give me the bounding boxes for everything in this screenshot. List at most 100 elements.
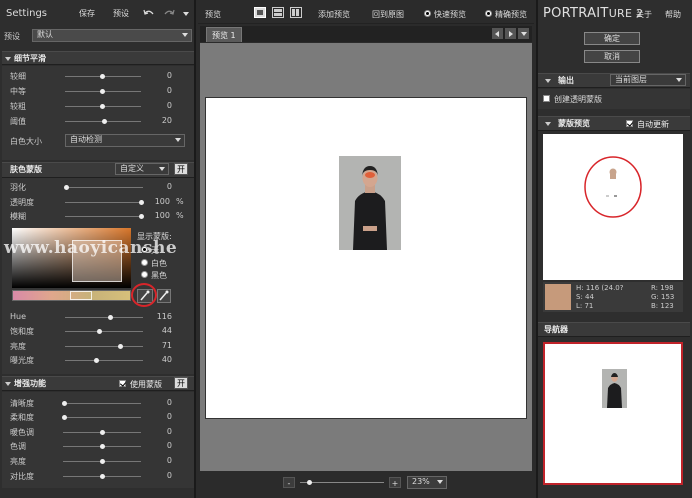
ok-button[interactable]: 确定 xyxy=(584,32,640,45)
slider-knob[interactable] xyxy=(64,185,69,190)
slider-track[interactable] xyxy=(65,104,141,109)
slider-track[interactable] xyxy=(65,200,144,205)
help-link[interactable]: 帮助 xyxy=(665,9,681,20)
slider-knob[interactable] xyxy=(139,214,144,219)
navigator-view[interactable] xyxy=(543,342,683,485)
slider-label: 模糊 xyxy=(10,212,26,221)
undo-icon[interactable] xyxy=(143,9,155,19)
enhance-header[interactable]: 增强功能 xyxy=(2,376,194,391)
zoom-select[interactable]: 23% xyxy=(407,476,447,489)
redo-icon[interactable] xyxy=(163,9,175,19)
tab-next-icon[interactable] xyxy=(505,28,516,39)
enhance-toggle-button[interactable]: 开 xyxy=(174,377,188,389)
split-horizontal-icon[interactable] xyxy=(272,7,284,18)
save-button[interactable]: 保存 xyxy=(74,8,100,21)
tab-menu-icon[interactable] xyxy=(518,28,529,39)
slider-track[interactable] xyxy=(62,401,141,406)
eyedropper-subtract-icon[interactable] xyxy=(157,289,171,303)
slider-knob[interactable] xyxy=(100,459,105,464)
slider-track[interactable] xyxy=(63,459,141,464)
tab-preview-1[interactable]: 预览 1 xyxy=(206,27,242,42)
zoom-out-button[interactable]: - xyxy=(283,477,295,488)
chevron-down-icon xyxy=(159,167,165,171)
slider-value: 100 xyxy=(154,197,170,206)
slider-knob[interactable] xyxy=(62,401,67,406)
slider-knob[interactable] xyxy=(108,315,113,320)
mask-title: 肤色蒙版 xyxy=(10,165,42,174)
tab-prev-icon[interactable] xyxy=(492,28,503,39)
slider-knob[interactable] xyxy=(100,430,105,435)
slider-knob[interactable] xyxy=(100,89,105,94)
radio-none[interactable] xyxy=(141,246,148,253)
slider-knob[interactable] xyxy=(100,444,105,449)
collapse-icon xyxy=(545,79,551,83)
slider-unit: % xyxy=(176,197,184,206)
split-vertical-icon[interactable] xyxy=(290,7,302,18)
slider-knob[interactable] xyxy=(100,74,105,79)
slider-label: 羽化 xyxy=(10,183,26,192)
slider-knob[interactable] xyxy=(118,344,123,349)
zoom-slider-knob[interactable] xyxy=(307,480,312,485)
exposure-slider-track[interactable] xyxy=(65,358,143,363)
cancel-button[interactable]: 取消 xyxy=(584,50,640,63)
use-mask-checkbox[interactable] xyxy=(119,380,126,387)
lightness-value: 71 xyxy=(161,341,172,350)
mask-mode-select[interactable]: 自定义 xyxy=(115,163,169,175)
mask-preview-image[interactable] xyxy=(543,134,683,280)
slider-track[interactable] xyxy=(64,185,143,190)
slider-track[interactable] xyxy=(65,74,141,79)
radio-black[interactable] xyxy=(141,271,148,278)
output-select[interactable]: 当前图层 xyxy=(610,74,686,86)
slider-track[interactable] xyxy=(62,415,141,420)
slider-track[interactable] xyxy=(63,430,141,435)
image-canvas[interactable] xyxy=(205,97,527,419)
chevron-down-icon xyxy=(437,480,443,484)
highlight-circle xyxy=(131,283,157,307)
output-value: 当前图层 xyxy=(615,75,647,84)
presets-button[interactable]: 预设 xyxy=(108,8,134,21)
saturation-value: 44 xyxy=(161,326,172,335)
chevron-down-icon xyxy=(676,78,682,82)
slider-knob[interactable] xyxy=(97,329,102,334)
mask-toggle-button[interactable]: 开 xyxy=(174,163,188,175)
slider-knob[interactable] xyxy=(100,474,105,479)
hue-slider-track[interactable] xyxy=(65,315,143,320)
about-link[interactable]: 关于 xyxy=(636,9,652,20)
hue-value: 116 xyxy=(156,312,172,321)
slider-knob[interactable] xyxy=(94,358,99,363)
hue-marker[interactable] xyxy=(70,291,92,300)
slider-track[interactable] xyxy=(65,119,141,124)
slider-track[interactable] xyxy=(63,474,141,479)
slider-knob[interactable] xyxy=(139,200,144,205)
output-title: 输出 xyxy=(558,76,574,85)
preset-select[interactable]: 默认 xyxy=(32,29,192,42)
center-toolbar xyxy=(198,2,534,24)
slider-knob[interactable] xyxy=(62,415,67,420)
precise-preview-radio[interactable] xyxy=(485,10,492,17)
saturation-slider-track[interactable] xyxy=(65,329,143,334)
slider-track[interactable] xyxy=(65,214,144,219)
single-view-icon[interactable] xyxy=(254,7,266,18)
lightness-slider-track[interactable] xyxy=(65,344,143,349)
radio-white[interactable] xyxy=(141,259,148,266)
zoom-slider-track[interactable] xyxy=(300,480,384,485)
quick-preview-radio[interactable] xyxy=(424,10,431,17)
restore-button[interactable]: 回到原图 xyxy=(372,9,404,20)
hue-label: Hue xyxy=(10,312,27,321)
slider-label: 清晰度 xyxy=(10,399,34,408)
auto-update-checkbox[interactable] xyxy=(626,120,633,127)
zoom-in-button[interactable]: + xyxy=(389,477,401,488)
slider-value: 0 xyxy=(166,456,172,465)
slider-knob[interactable] xyxy=(102,119,107,124)
detail-header[interactable]: 细节平滑 xyxy=(2,51,194,65)
slider-track[interactable] xyxy=(65,89,141,94)
size-select[interactable]: 自动检测 xyxy=(65,134,185,147)
slider-knob[interactable] xyxy=(100,104,105,109)
quick-preview-label: 快速预览 xyxy=(434,10,466,19)
navigator-header[interactable]: 导航器 xyxy=(538,322,690,337)
new-layer-checkbox[interactable] xyxy=(543,95,550,102)
add-preview-button[interactable]: 添加预览 xyxy=(318,9,350,20)
menu-arrow-icon[interactable] xyxy=(183,12,189,16)
b-readout: B: 123 xyxy=(651,302,674,310)
slider-track[interactable] xyxy=(63,444,141,449)
